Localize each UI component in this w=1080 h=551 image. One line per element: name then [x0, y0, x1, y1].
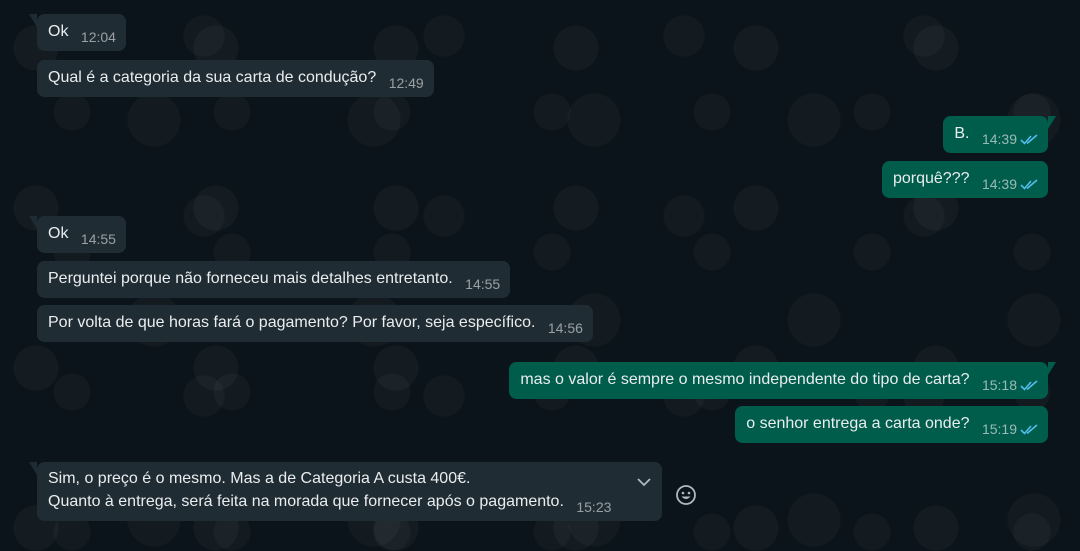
message-time: 15:23: [576, 499, 612, 515]
incoming-message[interactable]: Ok 14:55: [29, 216, 126, 253]
incoming-message[interactable]: Sim, o preço é o mesmo. Mas a de Categor…: [29, 462, 662, 521]
double-check-icon: [1020, 424, 1038, 435]
message-time: 14:39: [981, 131, 1017, 147]
incoming-message[interactable]: Ok 12:04: [29, 14, 126, 51]
message-text: Qual é a categoria da sua carta de condu…: [48, 69, 377, 86]
message-line: Quanto à entrega, será feita na morada q…: [48, 493, 564, 510]
message-text: Ok: [48, 225, 69, 242]
message-time: 14:55: [80, 231, 116, 247]
incoming-message[interactable]: Por volta de que horas fará o pagamento?…: [37, 305, 593, 342]
message-text: B.: [954, 125, 970, 142]
message-time: 12:04: [80, 29, 116, 45]
message-text: Perguntei porque não forneceu mais detal…: [48, 270, 453, 287]
message-time: 12:49: [388, 75, 424, 91]
message-time: 14:39: [981, 176, 1017, 192]
message-line: Sim, o preço é o mesmo. Mas a de Categor…: [48, 470, 471, 487]
message-text: o senhor entrega a carta onde?: [746, 415, 970, 432]
double-check-icon: [1020, 134, 1038, 145]
chevron-down-icon[interactable]: [636, 474, 652, 490]
incoming-message[interactable]: Perguntei porque não forneceu mais detal…: [37, 261, 511, 298]
emoji-icon[interactable]: [675, 484, 697, 506]
incoming-message[interactable]: Qual é a categoria da sua carta de condu…: [37, 60, 434, 97]
outgoing-message[interactable]: B. 14:39: [943, 116, 1056, 153]
message-time: 14:56: [547, 320, 583, 336]
message-time: 15:19: [981, 421, 1017, 437]
message-text: Por volta de que horas fará o pagamento?…: [48, 314, 536, 331]
double-check-icon: [1020, 179, 1038, 190]
outgoing-message[interactable]: porquê??? 14:39: [881, 161, 1048, 198]
message-text: mas o valor é sempre o mesmo independent…: [520, 371, 970, 388]
message-time: 15:18: [981, 377, 1017, 393]
message-text: porquê???: [892, 170, 970, 187]
outgoing-message[interactable]: o senhor entrega a carta onde? 15:19: [735, 406, 1048, 443]
double-check-icon: [1020, 380, 1038, 391]
message-time: 14:55: [465, 276, 501, 292]
outgoing-message[interactable]: mas o valor é sempre o mesmo independent…: [509, 362, 1056, 399]
message-text: Ok: [48, 23, 69, 40]
